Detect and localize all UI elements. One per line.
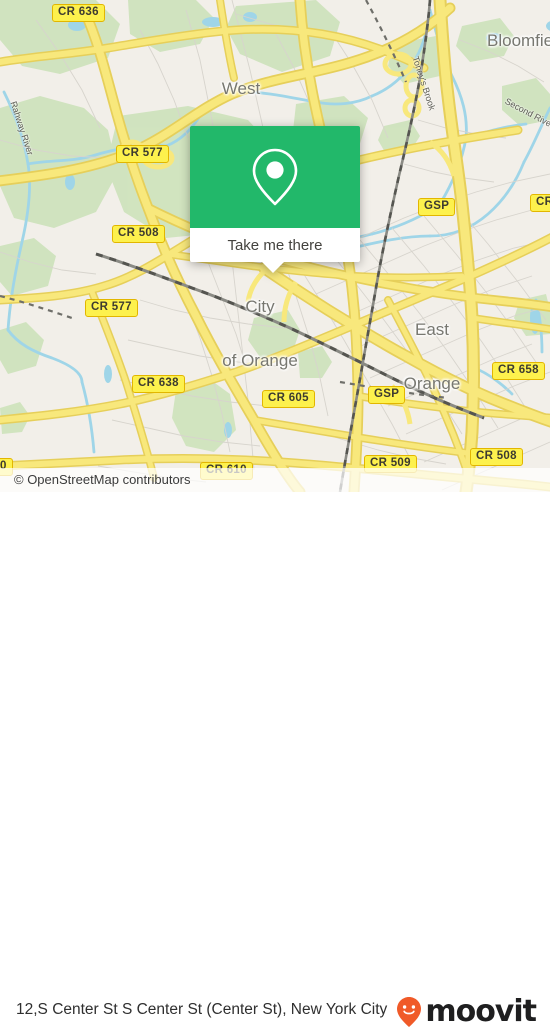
map-pin-icon bbox=[252, 148, 298, 206]
road-shield[interactable]: GSP bbox=[418, 198, 456, 216]
map-attribution: © OpenStreetMap contributors bbox=[0, 468, 550, 492]
road-shield[interactable]: CR 605 bbox=[262, 390, 315, 408]
road-shield[interactable]: CR 638 bbox=[132, 375, 185, 393]
popup-footer[interactable]: Take me there bbox=[190, 228, 360, 273]
popup-tail bbox=[262, 262, 284, 273]
road-shield[interactable]: CR bbox=[530, 194, 550, 212]
moovit-wordmark: moovit bbox=[425, 994, 537, 1029]
moovit-brand[interactable]: moovit bbox=[395, 994, 537, 1029]
road-shield[interactable]: GSP bbox=[368, 386, 406, 404]
popup-header bbox=[190, 126, 360, 228]
address-label: 12,S Center St S Center St (Center St), … bbox=[16, 1001, 388, 1018]
attribution-text: © OpenStreetMap contributors bbox=[14, 472, 191, 487]
road-shield[interactable]: CR 577 bbox=[85, 299, 138, 317]
road-shield[interactable]: CR 658 bbox=[492, 362, 545, 380]
road-shield[interactable]: CR 636 bbox=[52, 4, 105, 22]
location-popup-card[interactable]: Take me there bbox=[190, 126, 360, 273]
road-shield[interactable]: CR 508 bbox=[112, 225, 165, 243]
take-me-there-label: Take me there bbox=[227, 236, 323, 254]
map-screenshot: West Orange Bloomfiel City of Orange Eas… bbox=[0, 0, 550, 1027]
road-shield[interactable]: CR 577 bbox=[116, 145, 169, 163]
footer-bar: 12,S Center St S Center St (Center St), … bbox=[0, 492, 550, 1027]
moovit-pin-smiley-icon bbox=[397, 997, 422, 1027]
road-shield[interactable]: CR 508 bbox=[470, 448, 523, 466]
